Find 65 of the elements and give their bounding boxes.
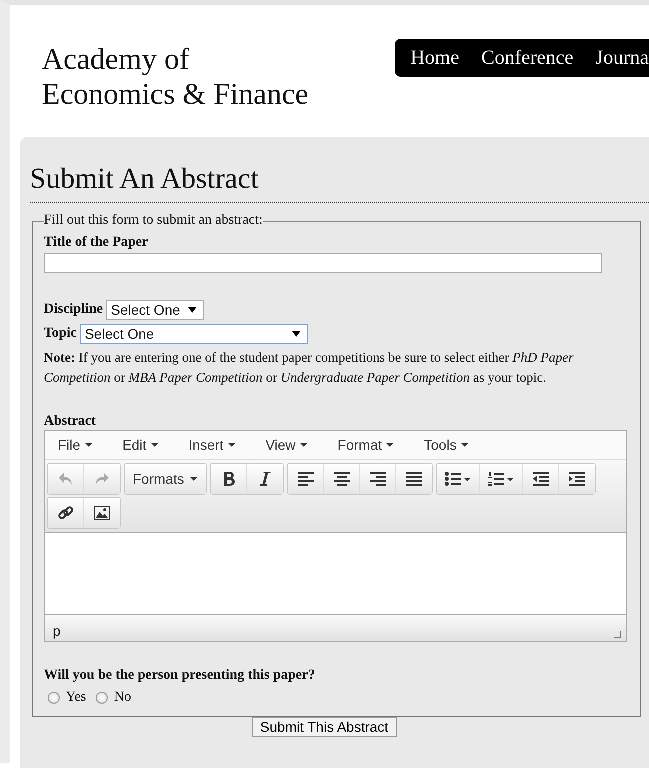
menu-item[interactable]: Edit	[114, 437, 168, 453]
field-label: Abstract	[44, 414, 98, 430]
toolbar-button[interactable]	[247, 464, 284, 494]
toolbar-button[interactable]	[437, 464, 480, 494]
undo-icon	[58, 472, 74, 486]
toolbar-button[interactable]	[211, 464, 248, 494]
select-dropdown[interactable]: Select One	[106, 300, 204, 320]
toolbar-button[interactable]	[396, 464, 432, 494]
radio-button[interactable]	[48, 692, 60, 704]
nav-link[interactable]: Journa	[596, 44, 649, 72]
menu-item[interactable]: Insert	[180, 437, 245, 453]
caret-icon	[300, 443, 308, 447]
question-label: Will you be the person presenting this paper?	[44, 668, 316, 684]
toolbar-button[interactable]	[84, 498, 120, 528]
select-dropdown[interactable]: Select One	[80, 324, 308, 344]
caret-icon	[188, 307, 198, 313]
redo-icon	[94, 472, 110, 486]
toolbar-button[interactable]	[324, 464, 360, 494]
caret-icon	[460, 443, 469, 447]
indent-icon	[569, 472, 586, 486]
radio-button[interactable]	[96, 692, 108, 704]
image-icon	[94, 506, 110, 520]
site-title: Academy of	[42, 42, 190, 77]
toolbar-button[interactable]	[360, 464, 396, 494]
italic-icon	[259, 472, 272, 486]
bullet-list-icon	[445, 472, 472, 486]
menu-item[interactable]: Tools	[415, 437, 478, 453]
toolbar-button[interactable]	[288, 464, 324, 494]
caret-icon	[386, 443, 394, 447]
field-label: Discipline	[44, 302, 104, 318]
radio-label: Yes	[66, 690, 86, 706]
outdent-icon	[532, 472, 549, 486]
align-right-icon	[370, 472, 386, 486]
form-legend: Fill out this form to submit an abstract:	[44, 213, 263, 229]
toolbar-button[interactable]	[480, 464, 524, 494]
align-center-icon	[334, 472, 350, 486]
nav-link[interactable]: Home	[410, 44, 460, 72]
site-title: Economics & Finance	[42, 77, 309, 112]
element-path: p	[53, 623, 61, 639]
link-icon	[58, 505, 74, 521]
nav-link[interactable]: Conference	[482, 44, 574, 72]
menu-item[interactable]: File	[49, 437, 102, 453]
page-heading: Submit An Abstract	[30, 159, 649, 203]
field-label: Title of the Paper	[44, 235, 150, 251]
caret-icon	[292, 331, 301, 337]
field-label: Topic	[44, 326, 77, 342]
caret-icon	[150, 443, 159, 447]
justify-icon	[406, 472, 422, 486]
menu-item[interactable]: Format	[328, 437, 404, 453]
resize-handle-icon[interactable]	[613, 630, 622, 639]
bold-icon	[222, 472, 235, 486]
align-left-icon	[298, 472, 314, 486]
numbered-list-icon	[488, 472, 514, 486]
radio-label: No	[114, 690, 132, 706]
toolbar-button[interactable]	[559, 464, 596, 494]
submit-button[interactable]: Submit This Abstract	[252, 717, 397, 737]
caret-icon	[84, 443, 93, 447]
note-text: Note: If you are entering one of the student paper competitions be sure to select either PhD Paper Competition or MBA Paper Competition or Undergraduate Paper Competition as your topic.	[44, 349, 575, 387]
toolbar-button[interactable]: Formats	[125, 464, 206, 494]
menu-item[interactable]: View	[256, 437, 317, 453]
caret-icon	[228, 443, 236, 447]
toolbar-button[interactable]	[48, 498, 84, 528]
caret-icon	[190, 477, 198, 481]
toolbar-button[interactable]	[523, 464, 560, 494]
input-field[interactable]	[44, 253, 602, 273]
